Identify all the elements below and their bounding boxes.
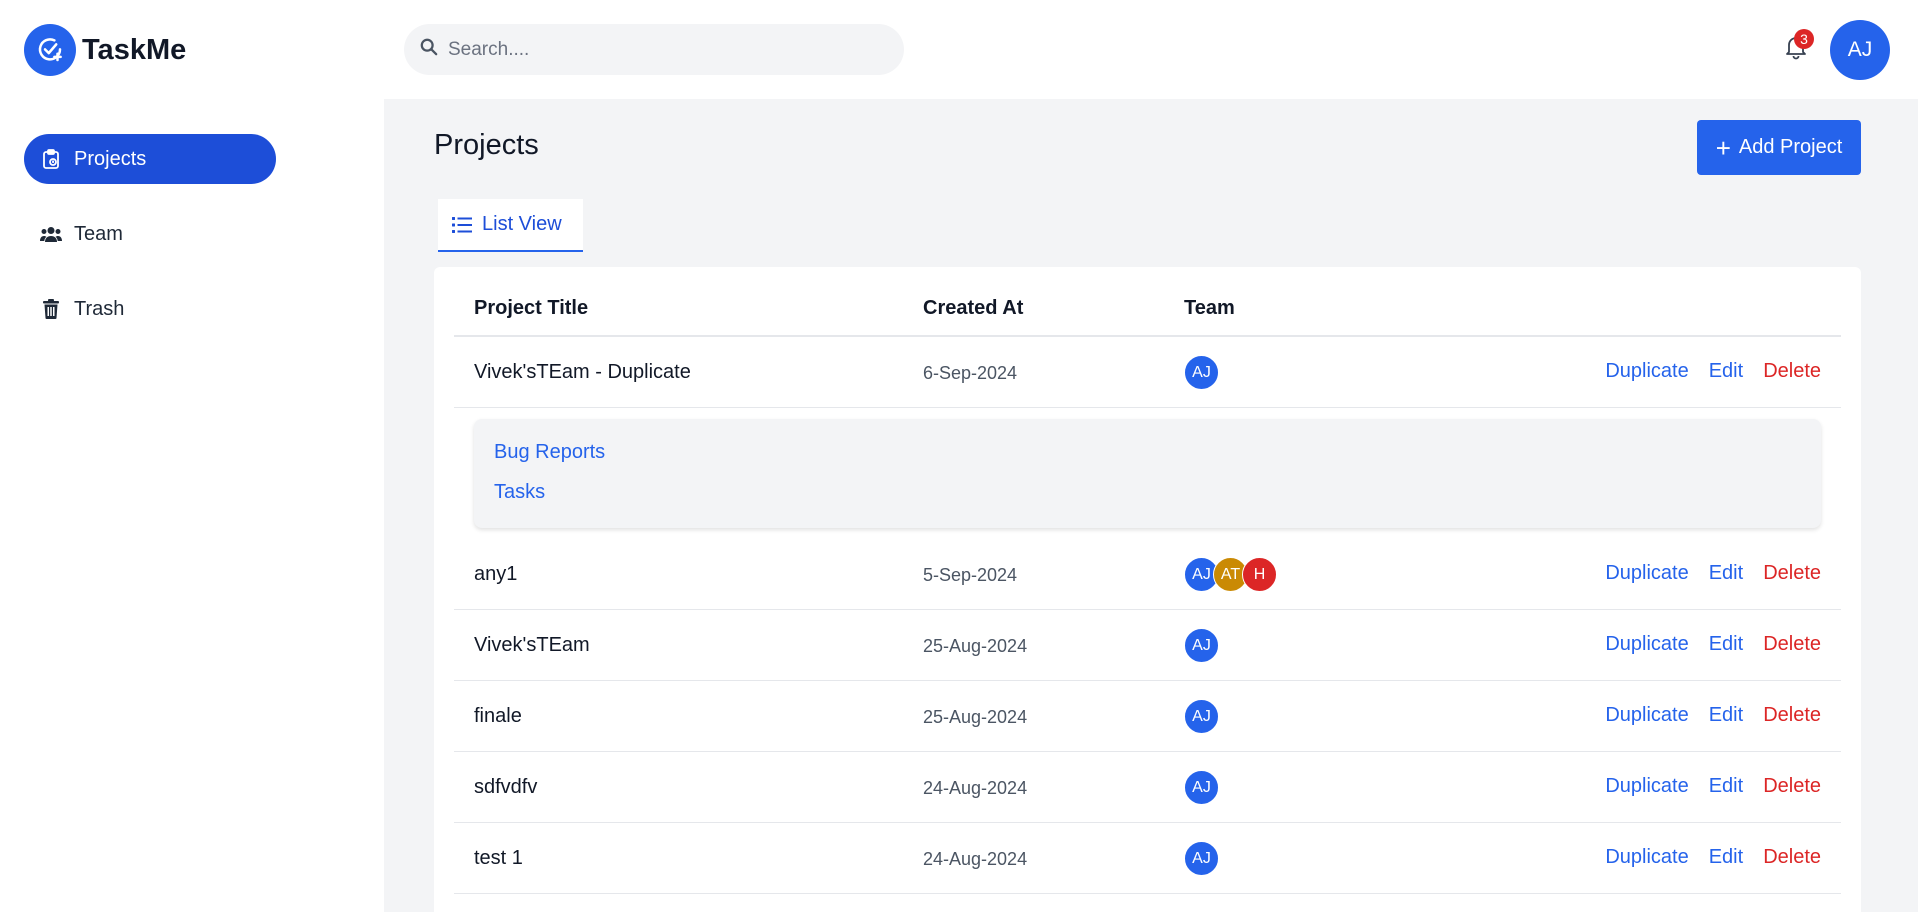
project-title: any1: [474, 563, 518, 585]
tab-label: List View: [482, 213, 562, 235]
created-date: 24-Aug-2024: [923, 849, 1028, 869]
team-avatars: AJ: [1184, 841, 1219, 876]
delete-button[interactable]: Delete: [1763, 704, 1821, 727]
project-title: Vivek'sTEam: [474, 634, 590, 656]
add-project-label: Add Project: [1738, 136, 1843, 158]
project-title: Vivek'sTEam - Duplicate: [474, 361, 691, 383]
row-actions: Duplicate Edit Delete: [1605, 360, 1821, 383]
trash-icon: [40, 298, 62, 320]
row-actions: Duplicate Edit Delete: [1605, 846, 1821, 869]
app-logo[interactable]: TaskMe: [24, 24, 186, 76]
edit-button[interactable]: Edit: [1709, 360, 1743, 383]
edit-button[interactable]: Edit: [1709, 562, 1743, 585]
created-date: 6-Sep-2024: [923, 363, 1018, 383]
sidebar: TaskMe Projects Team Trash: [0, 0, 384, 912]
sidebar-item-projects[interactable]: Projects: [24, 134, 276, 184]
plus-icon: +: [1715, 132, 1731, 163]
team-avatars: AJ: [1184, 699, 1219, 734]
row-actions: Duplicate Edit Delete: [1605, 704, 1821, 727]
delete-button[interactable]: Delete: [1763, 775, 1821, 798]
team-avatar: AJ: [1184, 355, 1219, 390]
team-avatar: H: [1242, 557, 1277, 592]
row-actions: Duplicate Edit Delete: [1605, 775, 1821, 798]
created-date: 25-Aug-2024: [923, 707, 1028, 727]
table-row[interactable]: sdfvdfv 24-Aug-2024 AJ Duplicate Edit De…: [454, 752, 1841, 823]
created-date: 5-Sep-2024: [923, 565, 1018, 585]
sidebar-item-trash[interactable]: Trash: [24, 284, 276, 334]
sidebar-item-team[interactable]: Team: [24, 209, 276, 259]
top-bar: 3 AJ: [384, 0, 1918, 99]
edit-button[interactable]: Edit: [1709, 846, 1743, 869]
created-date: 25-Aug-2024: [923, 636, 1028, 656]
search-input[interactable]: [448, 38, 868, 61]
notification-count-badge: 3: [1794, 29, 1814, 49]
sidebar-item-label: Trash: [74, 297, 125, 320]
list-icon: [452, 216, 472, 234]
team-avatar: AJ: [1184, 699, 1219, 734]
duplicate-button[interactable]: Duplicate: [1605, 360, 1688, 383]
duplicate-button[interactable]: Duplicate: [1605, 704, 1688, 727]
row-actions: Duplicate Edit Delete: [1605, 562, 1821, 585]
duplicate-button[interactable]: Duplicate: [1605, 633, 1688, 656]
team-avatars: AJ: [1184, 770, 1219, 805]
edit-button[interactable]: Edit: [1709, 775, 1743, 798]
tasks-link[interactable]: Tasks: [494, 481, 545, 504]
column-header-created: Created At: [923, 297, 1024, 319]
table-row[interactable]: finale 25-Aug-2024 AJ Duplicate Edit Del…: [454, 681, 1841, 752]
search-bar[interactable]: [404, 24, 904, 75]
add-project-button[interactable]: + Add Project: [1697, 120, 1861, 175]
sidebar-item-label: Team: [74, 222, 123, 245]
expanded-project-panel: Bug Reports Tasks: [474, 419, 1821, 528]
duplicate-button[interactable]: Duplicate: [1605, 846, 1688, 869]
team-avatar: AJ: [1184, 841, 1219, 876]
bug-reports-link[interactable]: Bug Reports: [494, 441, 605, 464]
sidebar-item-label: Projects: [74, 147, 147, 170]
user-avatar[interactable]: AJ: [1830, 20, 1890, 80]
team-avatars: AJ: [1184, 628, 1219, 663]
clipboard-icon: [40, 148, 62, 170]
table-row[interactable]: test 1 24-Aug-2024 AJ Duplicate Edit Del…: [454, 823, 1841, 894]
app-name: TaskMe: [82, 33, 187, 66]
delete-button[interactable]: Delete: [1763, 846, 1821, 869]
column-header-team: Team: [1184, 297, 1235, 319]
team-avatar: AJ: [1184, 770, 1219, 805]
delete-button[interactable]: Delete: [1763, 633, 1821, 656]
sidebar-nav: Projects Team Trash: [24, 134, 276, 359]
tab-list-view[interactable]: List View: [438, 199, 583, 252]
created-date: 24-Aug-2024: [923, 778, 1028, 798]
team-avatar: AJ: [1184, 628, 1219, 663]
column-header-title: Project Title: [474, 297, 589, 319]
table-header: Project Title Created At Team: [454, 267, 1841, 337]
logo-check-icon: [24, 24, 76, 76]
table-row[interactable]: Vivek'sTEam - Duplicate 6-Sep-2024 AJ Du…: [454, 337, 1841, 408]
project-title: sdfvdfv: [474, 776, 538, 798]
page-title: Projects: [434, 129, 539, 161]
project-title: finale: [474, 705, 522, 727]
duplicate-button[interactable]: Duplicate: [1605, 562, 1688, 585]
search-icon: [420, 38, 438, 61]
team-avatars: AJ AT H: [1184, 557, 1277, 592]
team-avatars: AJ: [1184, 355, 1219, 390]
main-content: Projects + Add Project List View Project…: [384, 99, 1918, 912]
users-icon: [40, 223, 62, 245]
project-title: test 1: [474, 847, 523, 869]
delete-button[interactable]: Delete: [1763, 562, 1821, 585]
delete-button[interactable]: Delete: [1763, 360, 1821, 383]
duplicate-button[interactable]: Duplicate: [1605, 775, 1688, 798]
projects-table: Project Title Created At Team Vivek'sTEa…: [434, 267, 1861, 912]
edit-button[interactable]: Edit: [1709, 633, 1743, 656]
edit-button[interactable]: Edit: [1709, 704, 1743, 727]
row-actions: Duplicate Edit Delete: [1605, 633, 1821, 656]
table-row[interactable]: Vivek'sTEam 25-Aug-2024 AJ Duplicate Edi…: [454, 610, 1841, 681]
table-row[interactable]: any1 5-Sep-2024 AJ AT H Duplicate Edit D…: [454, 539, 1841, 610]
